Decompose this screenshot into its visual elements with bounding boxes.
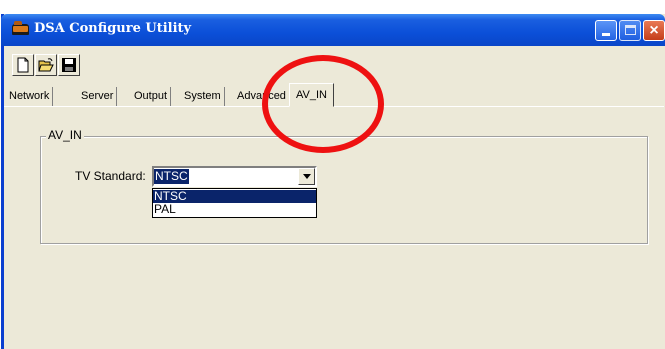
close-icon: × bbox=[649, 22, 659, 39]
dropdown-arrow-button[interactable] bbox=[298, 168, 315, 185]
chevron-down-icon bbox=[303, 174, 311, 179]
tab-output[interactable]: Output bbox=[131, 87, 172, 106]
save-button[interactable] bbox=[58, 54, 80, 76]
app-folder-icon bbox=[12, 21, 29, 35]
av-in-groupbox bbox=[40, 136, 648, 244]
open-folder-icon bbox=[38, 58, 54, 72]
option-pal[interactable]: PAL bbox=[153, 203, 316, 216]
window-title: DSA Configure Utility bbox=[34, 21, 192, 36]
new-file-button[interactable] bbox=[12, 54, 34, 76]
tab-network[interactable]: Network bbox=[6, 87, 54, 106]
maximize-icon bbox=[625, 25, 636, 35]
save-disk-icon bbox=[62, 58, 76, 72]
close-button[interactable]: × bbox=[643, 20, 665, 41]
minimize-icon bbox=[602, 33, 610, 36]
minimize-button[interactable] bbox=[595, 20, 617, 41]
option-ntsc[interactable]: NTSC bbox=[153, 190, 316, 203]
open-button[interactable] bbox=[35, 54, 57, 76]
tv-standard-value: NTSC bbox=[154, 169, 189, 184]
new-file-icon bbox=[17, 57, 29, 73]
tab-server[interactable]: Server bbox=[78, 87, 118, 106]
tab-system[interactable]: System bbox=[181, 87, 225, 106]
tv-standard-label: TV Standard: bbox=[75, 169, 146, 183]
annotation-circle bbox=[262, 55, 384, 153]
groupbox-title: AV_IN bbox=[46, 128, 84, 142]
maximize-button[interactable] bbox=[619, 20, 641, 41]
